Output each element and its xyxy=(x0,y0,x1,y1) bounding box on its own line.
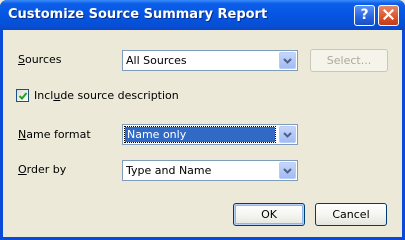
dialog-window: Customize Source Summary Report ? Source… xyxy=(0,0,405,240)
chevron-down-icon xyxy=(283,132,292,138)
sources-value: All Sources xyxy=(126,54,187,67)
include-description-checkbox[interactable] xyxy=(16,89,29,102)
sources-dropdown-arrow[interactable] xyxy=(279,52,296,69)
chevron-down-icon xyxy=(283,58,292,64)
select-button[interactable]: Select... xyxy=(310,49,388,72)
close-icon xyxy=(383,9,394,20)
close-button[interactable] xyxy=(378,5,399,26)
name-format-value: Name only xyxy=(124,126,276,143)
include-description-label[interactable]: Include source description xyxy=(34,89,179,102)
name-format-label: Name format xyxy=(18,128,91,141)
ok-button[interactable]: OK xyxy=(233,203,305,226)
window-title: Customize Source Summary Report xyxy=(8,7,268,22)
help-icon: ? xyxy=(360,7,369,23)
name-format-dropdown-arrow[interactable] xyxy=(279,126,296,143)
chevron-down-icon xyxy=(283,168,292,174)
order-by-label: Order by xyxy=(18,163,67,176)
sources-label: Sources xyxy=(18,53,62,66)
title-bar[interactable]: Customize Source Summary Report ? xyxy=(0,0,405,30)
name-format-dropdown[interactable]: Name only xyxy=(122,124,298,145)
help-button[interactable]: ? xyxy=(354,5,375,26)
checkmark-icon xyxy=(18,92,28,100)
order-by-dropdown[interactable]: Type and Name xyxy=(122,160,298,181)
order-by-value: Type and Name xyxy=(126,164,212,177)
dialog-body: Sources All Sources Select... Include so… xyxy=(3,30,402,237)
sources-dropdown[interactable]: All Sources xyxy=(122,50,298,71)
cancel-button[interactable]: Cancel xyxy=(315,203,387,226)
order-by-dropdown-arrow[interactable] xyxy=(279,162,296,179)
